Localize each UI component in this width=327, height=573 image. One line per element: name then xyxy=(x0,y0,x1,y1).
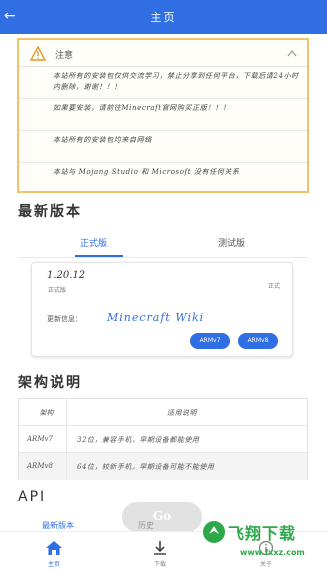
update-info-label: 更新信息： xyxy=(47,315,82,323)
version-card: 1.20.12 正式版 正式 更新信息： Minecraft Wiki ARMv… xyxy=(31,262,293,357)
version-type: 正式版 xyxy=(48,287,67,294)
table-cell: 64位，较新手机，早期设备可能不能使用 xyxy=(77,463,215,471)
latest-version-heading: 最新版本 xyxy=(18,204,82,220)
table-header-cell: 适用说明 xyxy=(167,409,197,417)
table-row: ARMv7 32位，兼容手机，早期设备都能使用 xyxy=(19,426,307,453)
download-armv7-button[interactable]: ARMv7 xyxy=(190,333,230,349)
version-type-badge: 正式 xyxy=(267,283,280,290)
table-row: ARMv8 64位，较新手机，早期设备可能不能使用 xyxy=(19,453,307,480)
notice-header[interactable]: 注意 xyxy=(19,40,307,67)
chevron-up-icon[interactable] xyxy=(287,49,297,57)
nav-home[interactable]: 主页 xyxy=(34,540,74,568)
version-number: 1.20.12 xyxy=(47,270,86,281)
tab-beta[interactable]: 测试版 xyxy=(218,236,245,249)
download-armv8-button[interactable]: ARMv8 xyxy=(238,333,278,349)
floating-button[interactable]: Go xyxy=(122,502,202,532)
watermark-text: 飞翔下载 xyxy=(228,524,297,543)
notice-item: 本站所有的安装包均来自网络 xyxy=(19,131,307,163)
version-tabs: 正式版 测试版 xyxy=(18,228,308,258)
nav-label: 主页 xyxy=(47,561,60,568)
watermark-logo-icon xyxy=(203,521,225,543)
watermark-url: www.fxxz.com xyxy=(240,548,305,557)
tab-release[interactable]: 正式版 xyxy=(80,236,107,249)
notice-item: 本站所有的安装包仅供交流学习，禁止分享到任何平台，下载后请24小时内删除，谢谢！… xyxy=(19,67,307,99)
site-watermark: 飞翔下载 www.fxxz.com xyxy=(200,518,320,570)
warning-icon xyxy=(30,46,46,61)
wiki-link[interactable]: Minecraft Wiki xyxy=(107,311,204,324)
tab-indicator xyxy=(75,255,123,257)
table-header-row: 架构 适用说明 xyxy=(19,399,307,426)
api-heading: API xyxy=(18,489,47,505)
app-header: ← 主页 xyxy=(0,0,327,34)
notice-item: 如果要安装，请前往Minecraft官网购买正版！！！ xyxy=(19,99,307,131)
notice-panel: 注意 本站所有的安装包仅供交流学习，禁止分享到任何平台，下载后请24小时内删除，… xyxy=(17,38,309,193)
arch-table: 架构 适用说明 ARMv7 32位，兼容手机，早期设备都能使用 ARMv8 64… xyxy=(18,398,308,480)
table-cell: ARMv7 xyxy=(19,426,67,452)
table-cell: 32位，兼容手机，早期设备都能使用 xyxy=(77,436,200,444)
notice-title: 注意 xyxy=(55,51,74,61)
notice-item: 本站与 Mojang Studio 和 Microsoft 没有任何关系 xyxy=(53,168,240,176)
arch-heading: 架构说明 xyxy=(18,375,82,391)
floating-button-label: Go xyxy=(152,509,172,523)
home-icon xyxy=(46,541,62,555)
page-title: 主页 xyxy=(150,11,177,24)
table-cell: ARMv8 xyxy=(19,453,67,480)
nav-download[interactable]: 下载 xyxy=(140,540,180,568)
download-icon xyxy=(154,541,166,555)
tab-latest[interactable]: 最新版本 xyxy=(42,520,74,531)
table-header-cell: 架构 xyxy=(19,399,67,425)
nav-label: 下载 xyxy=(153,561,166,568)
